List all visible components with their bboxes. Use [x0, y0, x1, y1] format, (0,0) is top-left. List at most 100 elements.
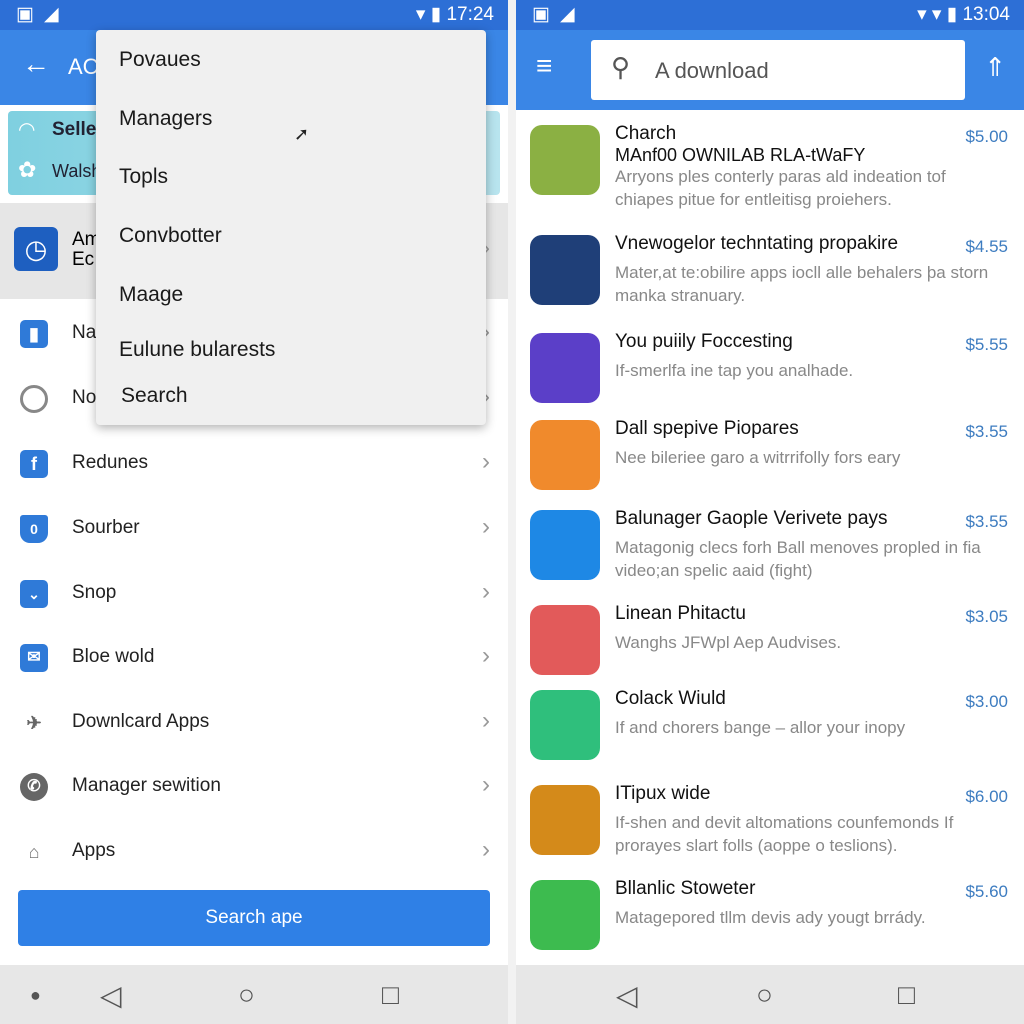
dot-icon: ● [30, 985, 41, 1005]
back-nav-icon[interactable]: ◁ [100, 979, 122, 1012]
home-nav-icon[interactable]: ○ [756, 979, 773, 1011]
mail-icon: ✉ [20, 644, 48, 672]
upload-icon[interactable]: ⇑ [984, 52, 1006, 83]
app-description: Mater,at te:obilire apps iocll alle beha… [615, 263, 989, 305]
status-bar: ▣◢ ▾ ▾ ▮ 13:04 [516, 0, 1024, 30]
right-screen: ▣◢ ▾ ▾ ▮ 13:04 ≡ ⚲ A download ⇑ Charch M… [516, 0, 1024, 1024]
app-description: If-shen and devit altomations counfemond… [615, 813, 954, 855]
clock-app-icon: ◷ [14, 227, 58, 271]
menu-item[interactable]: Eulune bularests [119, 338, 275, 362]
app-icon [530, 605, 600, 675]
banner-subtitle: Walsh [52, 161, 102, 181]
app-description: Matagonig clecs forh Ball menoves prople… [615, 538, 981, 580]
row-label: Bloe wold [72, 646, 155, 667]
back-nav-icon[interactable]: ◁ [616, 979, 638, 1012]
app-title: Dall spepive Piopares [615, 418, 799, 439]
menu-item[interactable]: Povaues [119, 48, 201, 72]
app-price: $4.55 [965, 237, 1008, 256]
clock: 17:24 [446, 4, 494, 25]
menu-item[interactable]: Topls [119, 165, 168, 189]
app-icon [530, 785, 600, 855]
row-subtitle: Ec [72, 249, 95, 270]
app-description: Arryons ples conterly paras ald indeatio… [615, 167, 946, 209]
ring-icon [20, 385, 48, 413]
app-icon [530, 125, 600, 195]
chevron-right-icon: › [482, 707, 490, 734]
app-price: $5.60 [965, 882, 1008, 901]
notification-icons: ▣◢ [532, 4, 585, 25]
app-description: Wanghs JFWpl Aep Audvises. [615, 633, 842, 652]
chevron-right-icon: › [482, 642, 490, 669]
list-row[interactable]: ✆ Manager sewition › [0, 755, 508, 819]
row-label: Redunes [72, 452, 149, 473]
recents-nav-icon[interactable]: □ [382, 979, 399, 1011]
recents-nav-icon[interactable]: □ [898, 979, 915, 1011]
notification-icons: ▣◢ [16, 4, 69, 25]
chevron-right-icon: › [482, 578, 490, 605]
search-value: A download [655, 58, 769, 83]
app-description: Nee bileriee garo a witrrifolly fors ear… [615, 448, 901, 467]
back-arrow-icon[interactable]: ← [22, 48, 50, 80]
menu-item[interactable]: Convbotter [119, 224, 222, 248]
app-icon [530, 333, 600, 403]
nav-bar: ● ◁ ○ □ [0, 965, 508, 1024]
app-icon [530, 690, 600, 760]
app-price: $5.00 [965, 127, 1008, 146]
menu-item[interactable]: Search [121, 384, 188, 408]
thumbs-up-icon: ▮ [20, 320, 48, 348]
menu-item[interactable]: Maage [119, 283, 183, 307]
app-icon [530, 510, 600, 580]
list-row[interactable]: ✉ Bloe wold › [0, 626, 508, 690]
list-row[interactable]: ✈ Downlcard Apps › [0, 691, 508, 755]
status-right: ▾ ▾ ▮ 13:04 [917, 4, 1010, 25]
row-label: Sourber [72, 517, 140, 538]
row-label: Na [72, 322, 97, 343]
plane-icon: ✈ [26, 713, 42, 733]
app-title: Charch [615, 123, 677, 144]
row-label: Downlcard Apps [72, 711, 210, 732]
list-row[interactable]: 0 Sourber › [0, 497, 508, 561]
app-icon [530, 420, 600, 490]
app-subtitle: MAnf00 OWNILAB RLA-tWaFY [615, 145, 866, 165]
row-label: Snop [72, 582, 117, 603]
chevron-right-icon: › [482, 836, 490, 863]
nav-bar: ◁ ○ □ [516, 965, 1024, 1024]
dropdown-menu: Povaues Managers Topls Convbotter Maage … [96, 30, 486, 425]
app-price: $3.55 [965, 512, 1008, 531]
app-title: Linean Phitactu [615, 603, 746, 624]
briefcase-icon: ⌄ [20, 580, 48, 608]
app-title: Balunager Gaople Verivete pays [615, 508, 888, 529]
search-apps-button[interactable]: Search ape [18, 890, 490, 946]
app-icon [530, 235, 600, 305]
app-price: $6.00 [965, 787, 1008, 806]
gear-icon: ✿ [18, 157, 37, 182]
hamburger-menu-icon[interactable]: ≡ [536, 50, 552, 82]
row-label: Apps [72, 840, 116, 861]
app-price: $3.05 [965, 607, 1008, 626]
chevron-right-icon: › [482, 771, 490, 798]
chevron-right-icon: › [482, 513, 490, 540]
app-description: Matagepored tllm devis ady yougt brrády. [615, 908, 926, 927]
app-price: $5.55 [965, 335, 1008, 354]
search-icon: ⚲ [611, 52, 631, 82]
home-nav-icon[interactable]: ○ [238, 979, 255, 1011]
banner-title: Selle [52, 119, 97, 140]
app-description: If and chorers bange – allor your inopy [615, 718, 906, 737]
app-title: Vnewogelor techntating propakire [615, 233, 899, 254]
chevron-right-icon: › [482, 448, 490, 475]
list-row[interactable]: ⌄ Snop › [0, 562, 508, 626]
app-price: $3.55 [965, 422, 1008, 441]
list-row[interactable]: f Redunes › [0, 432, 508, 496]
status-right: ▾ ▮ 17:24 [415, 4, 494, 25]
row-label: Manager sewition [72, 775, 221, 796]
row-label: No [72, 387, 97, 408]
shield-badge-icon: 0 [20, 515, 48, 543]
app-title: Colack Wiuld [615, 688, 726, 709]
search-input[interactable]: ⚲ A download [591, 40, 965, 100]
list-row[interactable]: ⌂ Apps › [0, 820, 508, 884]
wifi-icon: ◠ [18, 119, 36, 141]
app-title: AC [68, 54, 99, 79]
menu-item[interactable]: Managers [119, 107, 212, 131]
phone-icon: ✆ [20, 773, 48, 801]
app-bar: ≡ ⚲ A download ⇑ [516, 30, 1024, 110]
